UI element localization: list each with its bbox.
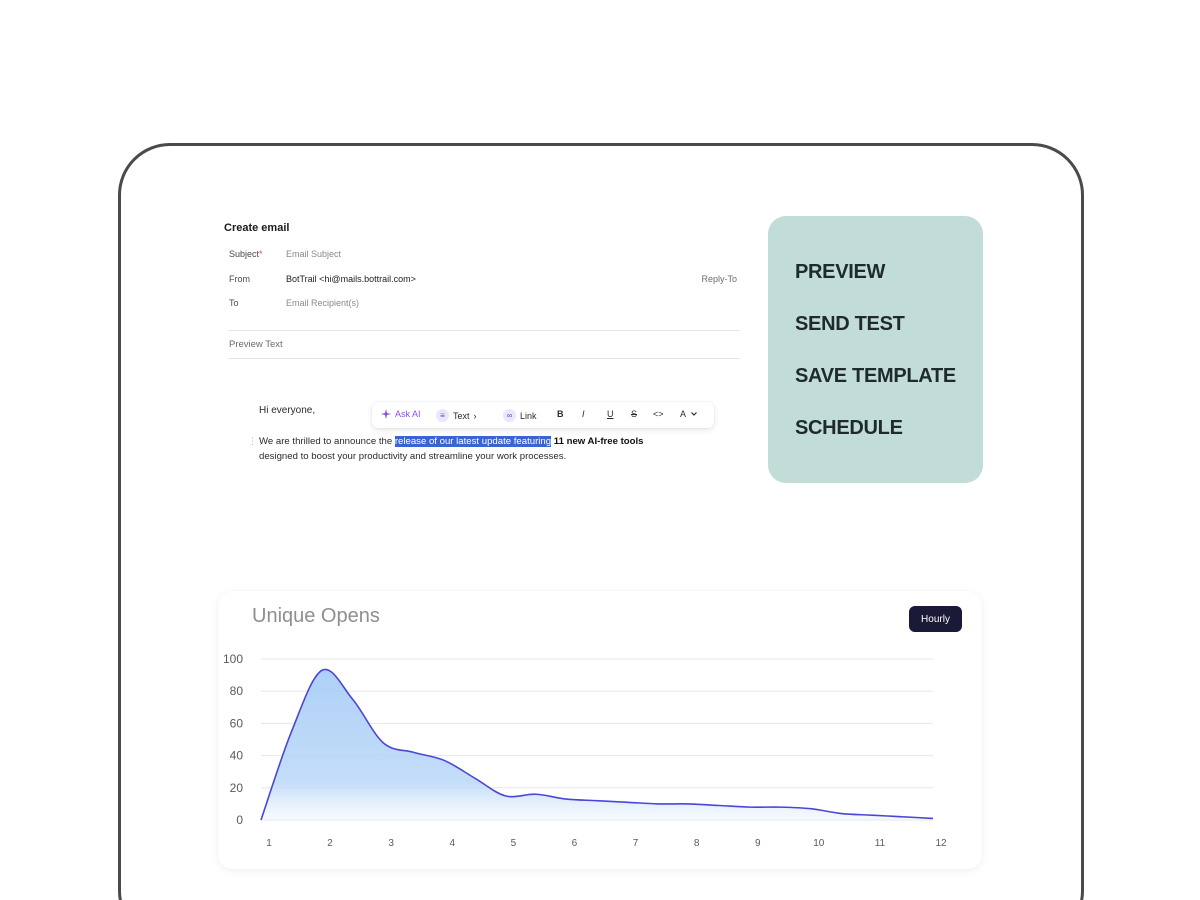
email-title: Create email [224, 222, 290, 234]
create-email-panel: Create email Subject* Email Subject From… [224, 218, 744, 478]
x-tick-label: 5 [511, 838, 517, 849]
chevron-down-icon [691, 412, 697, 416]
from-value[interactable]: BotTrail <hi@mails.bottrail.com> [286, 274, 416, 284]
send-test-button[interactable]: SEND TEST [795, 313, 905, 336]
italic-button[interactable]: I [582, 409, 585, 419]
reply-to-link[interactable]: Reply-To [701, 274, 737, 284]
subject-label: Subject* [229, 249, 263, 259]
y-tick-label: 80 [230, 684, 244, 698]
x-tick-label: 10 [813, 838, 825, 849]
unique-opens-chart: 020406080100 1 2 3 4 5 6 7 8 9 10 11 12 [223, 652, 947, 849]
divider [228, 330, 740, 331]
code-icon: <> [653, 409, 664, 419]
text-color-icon: A [680, 409, 687, 419]
text-style-button[interactable]: ≡ Text › [436, 409, 477, 422]
save-template-button[interactable]: SAVE TEMPLATE [795, 365, 956, 388]
divider [228, 358, 740, 359]
series-area [261, 669, 933, 820]
ask-ai-button[interactable]: Ask AI [381, 409, 421, 419]
code-button[interactable]: <> [653, 409, 664, 419]
preview-button[interactable]: PREVIEW [795, 261, 885, 284]
x-tick-label: 9 [755, 838, 761, 849]
actions-card: PREVIEW SEND TEST SAVE TEMPLATE SCHEDULE [768, 216, 983, 483]
link-icon: ∞ [503, 409, 516, 422]
x-tick-label: 7 [633, 838, 639, 849]
y-tick-label: 20 [230, 781, 244, 795]
subject-input[interactable]: Email Subject [286, 249, 341, 259]
to-label: To [229, 298, 239, 308]
x-tick-label: 4 [449, 838, 455, 849]
x-tick-label: 3 [388, 838, 394, 849]
x-tick-label: 2 [327, 838, 333, 849]
y-tick-label: 60 [230, 716, 244, 730]
unique-opens-card: Unique Opens Hourly 0 20 40 60 80 100 1234567… [218, 591, 982, 869]
x-tick-label: 1 [266, 838, 272, 849]
bold-icon: B [557, 409, 564, 419]
selected-text[interactable]: release of our latest update featuring [394, 436, 552, 447]
link-button[interactable]: ∞ Link [503, 409, 537, 422]
formatting-toolbar: Ask AI ≡ Text › ∞ Link B I U S <> A [372, 402, 714, 428]
text-color-button[interactable]: A [680, 409, 698, 419]
y-tick-label: 40 [230, 749, 244, 763]
sparkle-icon [381, 409, 391, 419]
x-tick-label: 12 [935, 838, 947, 849]
underline-icon: U [607, 409, 614, 419]
y-tick-label: 0 [236, 813, 243, 827]
strikethrough-button[interactable]: S [631, 409, 637, 419]
italic-icon: I [582, 409, 585, 419]
schedule-button[interactable]: SCHEDULE [795, 417, 903, 440]
to-input[interactable]: Email Recipient(s) [286, 298, 359, 308]
strikethrough-icon: S [631, 409, 638, 419]
x-tick-label: 6 [572, 838, 578, 849]
email-body-paragraph[interactable]: We are thrilled to announce the release … [259, 434, 729, 464]
paragraph-icon: ≡ [436, 409, 449, 422]
x-tick-label: 8 [694, 838, 700, 849]
email-greeting[interactable]: Hi everyone, [259, 405, 315, 416]
y-tick-label: 100 [223, 652, 243, 666]
from-label: From [229, 274, 250, 284]
underline-button[interactable]: U [607, 409, 614, 419]
preview-text-input[interactable]: Preview Text [229, 339, 283, 350]
x-tick-label: 11 [875, 838, 886, 849]
chevron-right-icon: › [473, 410, 477, 421]
bold-button[interactable]: B [557, 409, 564, 419]
